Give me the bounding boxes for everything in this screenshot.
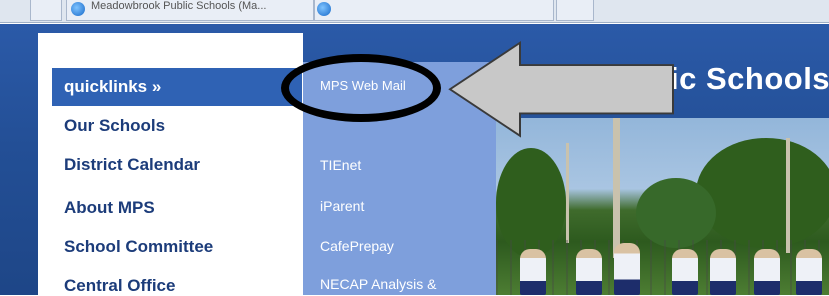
annotation-ellipse-icon	[281, 54, 441, 122]
quicklink-school-committee[interactable]: School Committee	[64, 237, 213, 257]
quicklink-central-office[interactable]: Central Office	[64, 276, 175, 296]
submenu-necap-analysis[interactable]: NECAP Analysis &	[320, 276, 436, 292]
browser-tab-strip: Meadowbrook Public Schools (Ma...	[0, 0, 829, 23]
header-photo	[496, 118, 829, 295]
submenu-tienet[interactable]: TIEnet	[320, 157, 361, 173]
tab-nav-button[interactable]	[556, 0, 594, 21]
quicklinks-header[interactable]: quicklinks »	[52, 68, 302, 106]
submenu-iparent[interactable]: iParent	[320, 198, 364, 214]
browser-favicon-icon	[71, 2, 85, 16]
submenu-cafeprepay[interactable]: CafePrepay	[320, 238, 394, 254]
browser-tab[interactable]: Meadowbrook Public Schools (Ma...	[66, 0, 314, 21]
browser-favicon-icon	[317, 2, 331, 16]
new-browser-tab[interactable]	[314, 0, 554, 21]
quicklinks-heading: quicklinks »	[64, 77, 162, 96]
quicklink-district-calendar[interactable]: District Calendar	[64, 155, 200, 175]
quicklink-about-mps[interactable]: About MPS	[64, 198, 155, 218]
quicklink-our-schools[interactable]: Our Schools	[64, 116, 165, 136]
site-title: ic Schools	[670, 61, 829, 96]
annotation-arrow-icon	[448, 40, 674, 138]
tab-nav-button[interactable]	[30, 0, 62, 21]
browser-tab-title: Meadowbrook Public Schools (Ma...	[91, 0, 267, 12]
